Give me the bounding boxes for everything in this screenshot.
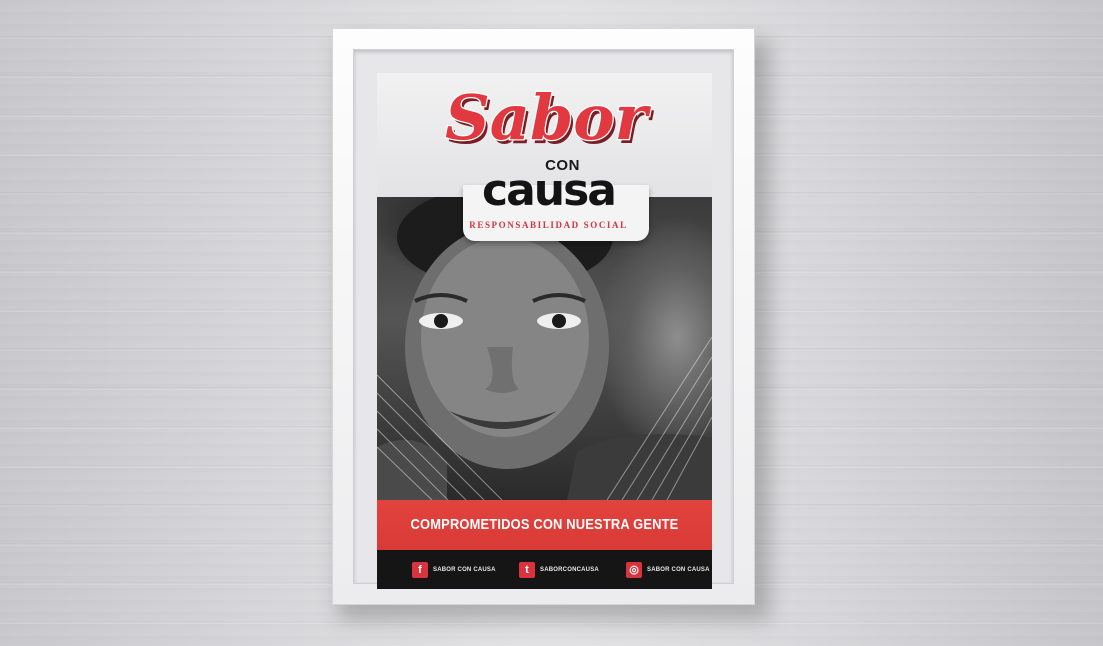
child-portrait-photo (377, 197, 712, 500)
sabor-script-logo: Sabor Sabor (444, 80, 655, 158)
social-footer: f SABOR CON CAUSA t SABORCONCAUSA ◎ SABO… (377, 550, 712, 589)
svg-text:Sabor: Sabor (445, 81, 652, 154)
poster: Sabor Sabor CON causa RESPONSABILIDAD SO… (377, 73, 712, 589)
twitter-label: SABORCONCAUSA (540, 567, 599, 573)
social-item-instagram: ◎ SABOR CON CAUSA (626, 562, 710, 578)
logo-tagline: RESPONSABILIDAD SOCIAL (469, 220, 628, 230)
social-item-facebook: f SABOR CON CAUSA (412, 562, 496, 578)
slogan-text: COMPROMETIDOS CON NUESTRA GENTE (410, 516, 679, 533)
twitter-icon: t (519, 562, 535, 578)
facebook-icon: f (412, 562, 428, 578)
facebook-label: SABOR CON CAUSA (433, 567, 496, 573)
picture-frame: Sabor Sabor CON causa RESPONSABILIDAD SO… (332, 28, 755, 605)
slogan-banner: COMPROMETIDOS CON NUESTRA GENTE (377, 500, 712, 550)
instagram-icon: ◎ (626, 562, 642, 578)
social-item-twitter: t SABORCONCAUSA (519, 562, 599, 578)
portrait-illustration (377, 197, 712, 500)
logo-causa-text: causa (482, 165, 617, 216)
instagram-label: SABOR CON CAUSA (647, 567, 710, 573)
